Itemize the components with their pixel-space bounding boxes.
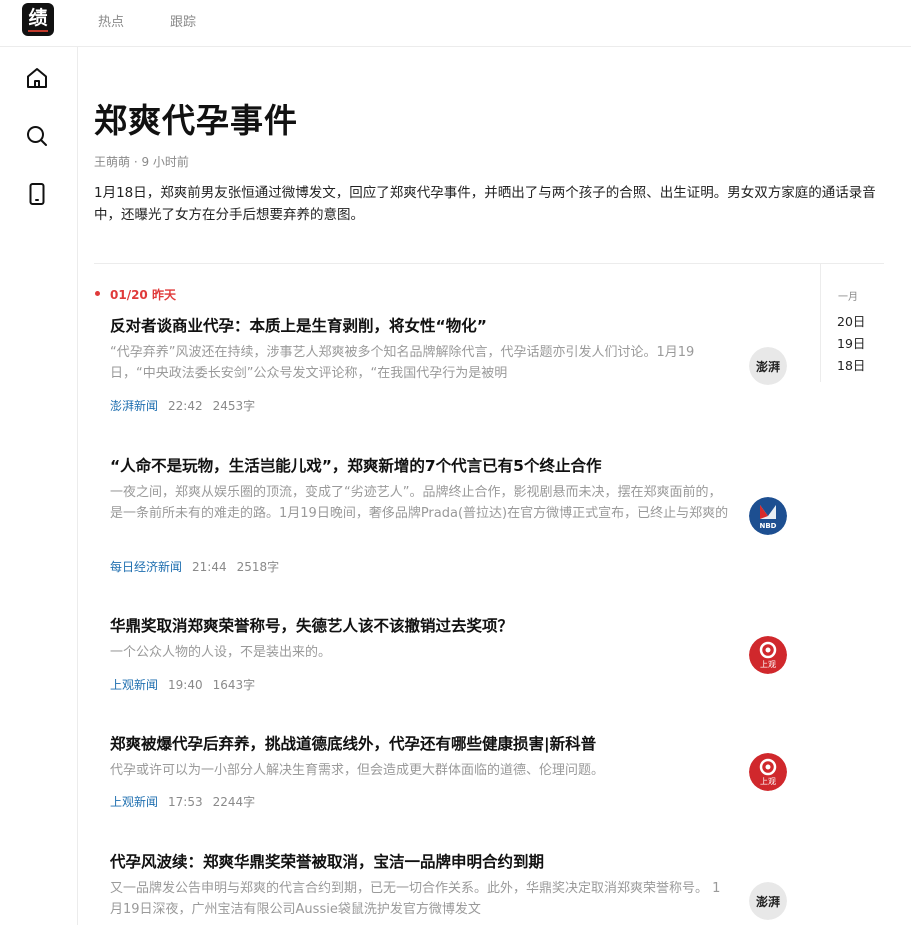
nav-follow[interactable]: 跟踪	[170, 11, 196, 30]
article-desc: 代孕或许可以为一小部分人解决生育需求，但会造成更大群体面临的道德、伦理问题。	[110, 763, 605, 778]
divider	[94, 263, 884, 264]
article-word-count: 2244字	[212, 795, 256, 809]
svg-text:上观: 上观	[760, 660, 776, 669]
shanguan-avatar-icon: 上观	[749, 636, 787, 674]
article-item[interactable]: “人命不是玩物，生活岂能儿戏”，郑爽新增的7个代言已有5个终止合作 一夜之间，郑…	[110, 454, 800, 574]
home-icon[interactable]	[25, 66, 49, 90]
nbd-avatar-icon: NBD	[749, 497, 787, 535]
article-source[interactable]: 每日经济新闻	[110, 560, 182, 574]
article-desc: “代孕弃养”风波还在持续，涉事艺人郑爽被多个知名品牌解除代言，代孕话题亦引发人们…	[110, 345, 695, 381]
article-meta: 澎湃新闻 22:42 2453字	[110, 397, 255, 414]
article-meta: 每日经济新闻 21:44 2518字	[110, 558, 279, 575]
svg-text:NBD: NBD	[759, 522, 776, 530]
article-title[interactable]: 代孕风波续：郑爽华鼎奖荣誉被取消，宝洁一品牌申明合约到期	[110, 850, 800, 872]
article-meta: 上观新闻 17:53 2244字	[110, 793, 255, 810]
logo-glyph: 绩	[28, 7, 48, 29]
left-rail	[0, 47, 78, 925]
thepaper-avatar-icon: 澎湃	[749, 347, 787, 385]
article-title[interactable]: 华鼎奖取消郑爽荣誉称号，失德艺人该不该撤销过去奖项？	[110, 614, 800, 636]
article-desc: 一个公众人物的人设，不是装出来的。	[110, 645, 332, 660]
timeline-day[interactable]: 20日	[837, 311, 865, 330]
article-time: 22:42	[168, 399, 203, 413]
logo-underline	[28, 30, 48, 32]
article-desc: 一夜之间，郑爽从娱乐圈的顶流，变成了“劣迹艺人”。品牌终止合作，影视剧悬而未决，…	[110, 485, 729, 521]
nav-hot[interactable]: 热点	[98, 11, 124, 30]
article-source[interactable]: 上观新闻	[110, 678, 158, 692]
article-title[interactable]: “人命不是玩物，生活岂能儿戏”，郑爽新增的7个代言已有5个终止合作	[110, 454, 800, 476]
search-icon[interactable]	[25, 124, 49, 148]
timeline-month: 一月	[838, 292, 858, 303]
page-title: 郑爽代孕事件	[94, 101, 298, 140]
article-title[interactable]: 反对者谈商业代孕：本质上是生育剥削，将女性“物化”	[110, 314, 800, 336]
timeline-rail-line	[820, 264, 821, 382]
shanguan-avatar-icon: 上观	[749, 753, 787, 791]
article-source[interactable]: 上观新闻	[110, 795, 158, 809]
thepaper-avatar-icon: 澎湃	[749, 882, 787, 920]
article-item[interactable]: 华鼎奖取消郑爽荣誉称号，失德艺人该不该撤销过去奖项？ 一个公众人物的人设，不是装…	[110, 614, 800, 692]
date-marker-dot	[95, 291, 100, 296]
article-item[interactable]: 郑爽被爆代孕后弃养，挑战道德底线外，代孕还有哪些健康损害|新科普 代孕或许可以为…	[110, 732, 800, 809]
article-desc: 又一品牌发公告申明与郑爽的代言合约到期，已无一切合作关系。此外，华鼎奖决定取消郑…	[110, 881, 721, 917]
phone-icon[interactable]	[25, 182, 49, 206]
timeline-day[interactable]: 18日	[837, 355, 865, 374]
topic-summary: 1月18日，郑爽前男友张恒通过微博发文，回应了郑爽代孕事件，并晒出了与两个孩子的…	[94, 185, 876, 223]
article-word-count: 1643字	[212, 678, 256, 692]
svg-text:澎湃: 澎湃	[756, 359, 780, 374]
timeline-day[interactable]: 19日	[837, 333, 865, 352]
top-bar: 绩 热点 跟踪	[0, 0, 911, 47]
article-item[interactable]: 反对者谈商业代孕：本质上是生育剥削，将女性“物化” “代孕弃养”风波还在持续，涉…	[110, 314, 800, 413]
article-word-count: 2518字	[236, 560, 280, 574]
article-word-count: 2453字	[212, 399, 256, 413]
article-title[interactable]: 郑爽被爆代孕后弃养，挑战道德底线外，代孕还有哪些健康损害|新科普	[110, 732, 800, 754]
app-logo[interactable]: 绩	[22, 3, 54, 36]
article-time: 17:53	[168, 795, 203, 809]
article-item[interactable]: 代孕风波续：郑爽华鼎奖荣誉被取消，宝洁一品牌申明合约到期 又一品牌发公告申明与郑…	[110, 850, 800, 920]
article-time: 21:44	[192, 560, 227, 574]
svg-text:澎湃: 澎湃	[756, 894, 780, 909]
article-meta: 上观新闻 19:40 1643字	[110, 676, 255, 693]
article-source[interactable]: 澎湃新闻	[110, 399, 158, 413]
article-time: 19:40	[168, 678, 203, 692]
svg-text:上观: 上观	[760, 777, 776, 786]
date-marker-label: 01/20 昨天	[110, 288, 176, 302]
topic-meta: 王萌萌 · 9 小时前	[94, 155, 189, 169]
